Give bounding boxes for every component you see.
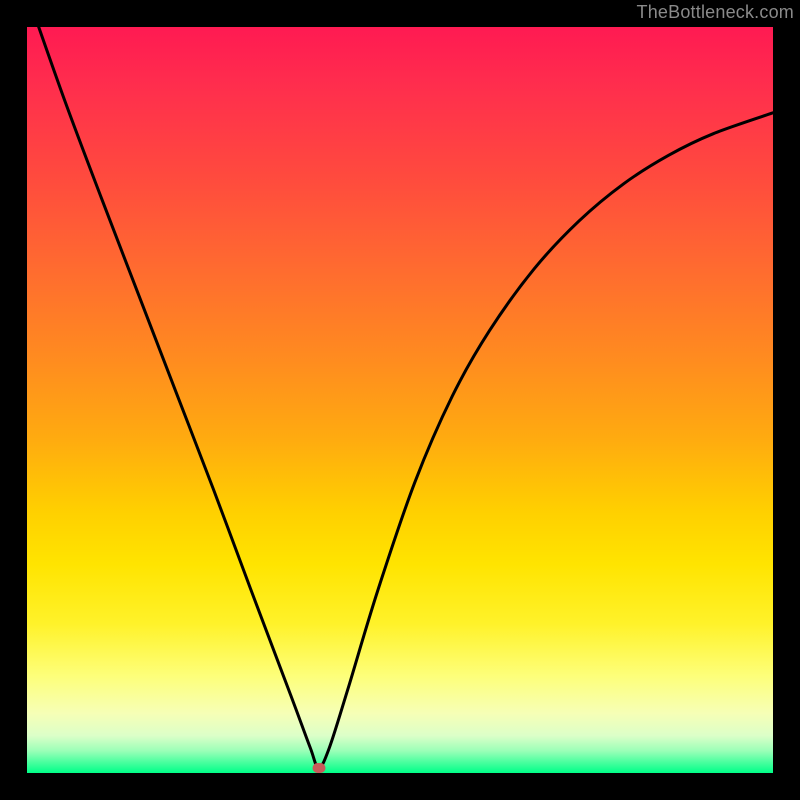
optimum-marker	[312, 763, 325, 773]
curve-svg	[27, 27, 773, 773]
chart-frame: TheBottleneck.com	[0, 0, 800, 800]
watermark-text: TheBottleneck.com	[637, 2, 794, 23]
plot-area	[27, 27, 773, 773]
bottleneck-curve	[27, 27, 773, 768]
